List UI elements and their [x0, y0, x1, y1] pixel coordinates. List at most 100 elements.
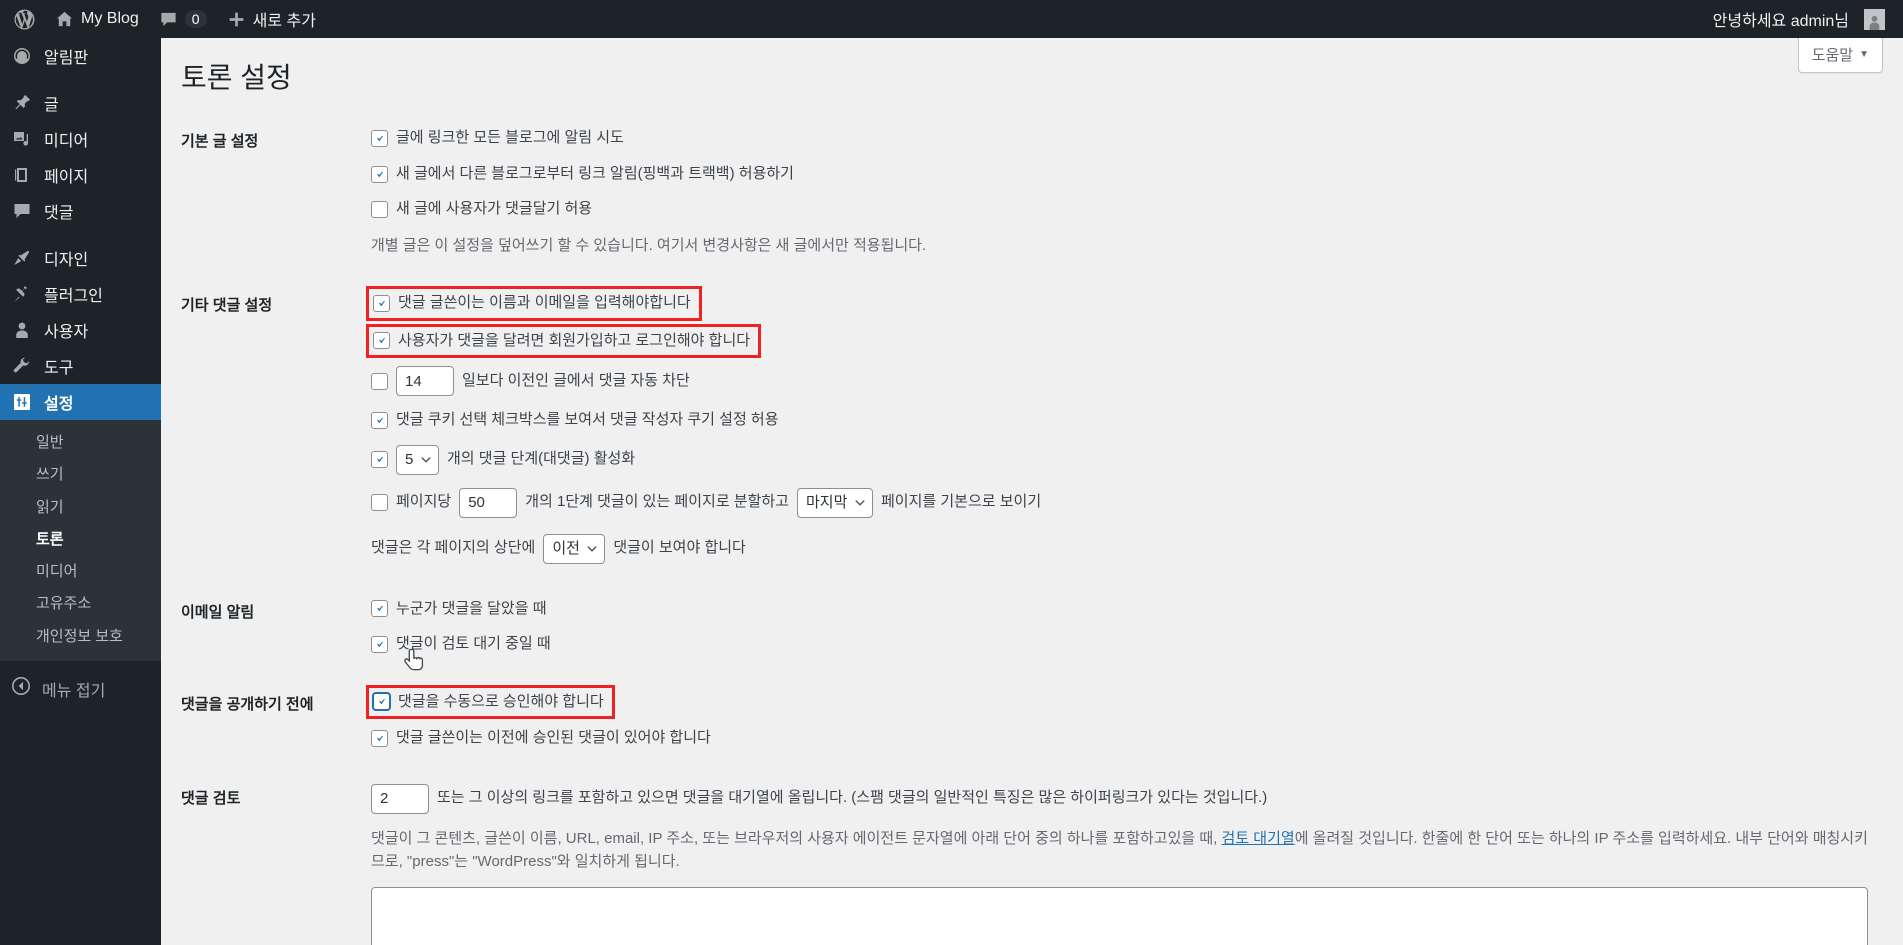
- pin-icon: [11, 92, 33, 114]
- close-comments-days-input[interactable]: [396, 366, 454, 397]
- paging-text-middle[interactable]: 개의 1단계 댓글이 있는 페이지로 분할하고: [525, 491, 789, 514]
- paging-text-after[interactable]: 페이지를 기본으로 보이기: [881, 491, 1041, 514]
- greeting-label: 안녕하세요 admin님: [1712, 13, 1849, 30]
- checkbox-manual-approve[interactable]: [373, 693, 390, 711]
- option-previously-approved[interactable]: 댓글 글쓴이는 이전에 승인된 댓글이 있어야 합니다: [371, 727, 711, 750]
- option-label[interactable]: 댓글을 수동으로 승인해야 합니다: [398, 691, 604, 714]
- moderation-desc-part1: 댓글이 그 콘텐츠, 글쓴이 이름, URL, email, IP 주소, 또는…: [371, 829, 1222, 847]
- sidebar-item-label: 설정: [44, 396, 74, 413]
- media-icon: [11, 128, 33, 150]
- page-title: 토론 설정: [181, 62, 292, 93]
- comments-menu[interactable]: 0: [149, 0, 217, 38]
- my-account-menu[interactable]: 안녕하세요 admin님: [1703, 0, 1895, 38]
- wordpress-logo-icon: [14, 9, 35, 30]
- discussion-settings-form: 기본 글 설정 글에 링크한 모든 블로그에 알림 시도 새 글에서 다른 블로…: [161, 110, 1903, 945]
- option-allow-comments[interactable]: 새 글에 사용자가 댓글달기 허용: [371, 198, 592, 221]
- moderation-keys-textarea[interactable]: [371, 887, 1868, 945]
- sidebar-item-tools[interactable]: 도구: [0, 348, 161, 384]
- settings-submenu: 일반 쓰기 읽기 토론 미디어 고유주소 개인정보 보호: [0, 420, 161, 661]
- option-label[interactable]: 개의 댓글 단계(대댓글) 활성화: [447, 448, 635, 471]
- checkbox-previously-approved[interactable]: [371, 729, 388, 747]
- option-label[interactable]: 댓글이 검토 대기 중일 때: [396, 633, 551, 656]
- submenu-item-discussion[interactable]: 토론: [0, 524, 161, 556]
- settings-sliders-icon: [11, 391, 33, 413]
- wp-logo-menu[interactable]: [4, 0, 45, 38]
- paging-text-before[interactable]: 페이지당: [396, 491, 451, 514]
- sidebar-item-appearance[interactable]: 디자인: [0, 240, 161, 276]
- option-notify-anyone-comments[interactable]: 누군가 댓글을 달았을 때: [371, 598, 547, 621]
- submenu-item-privacy[interactable]: 개인정보 보호: [0, 621, 161, 653]
- comments-per-page-input[interactable]: [459, 487, 518, 518]
- checkbox-require-registration[interactable]: [373, 332, 390, 350]
- option-label[interactable]: 댓글 글쓴이는 이전에 승인된 댓글이 있어야 합니다: [396, 727, 711, 750]
- checkbox-close-comments[interactable]: [371, 372, 388, 390]
- help-tab-label: 도움말: [1811, 47, 1854, 64]
- thread-depth-select[interactable]: 5: [396, 444, 439, 475]
- site-name-menu[interactable]: My Blog: [45, 0, 149, 38]
- section-heading: 기타 댓글 설정: [181, 297, 273, 315]
- section-heading: 이메일 알림: [181, 603, 255, 621]
- option-label[interactable]: 글에 링크한 모든 블로그에 알림 시도: [396, 127, 624, 150]
- tools-wrench-icon: [11, 355, 33, 377]
- sidebar-item-media[interactable]: 미디어: [0, 121, 161, 157]
- section-heading: 댓글을 공개하기 전에: [181, 695, 314, 713]
- comment-order-select[interactable]: 이전: [543, 533, 606, 564]
- submenu-item-permalinks[interactable]: 고유주소: [0, 588, 161, 620]
- comment-bubble-icon: [159, 10, 178, 29]
- checkbox-comment-paging[interactable]: [371, 494, 388, 512]
- option-manual-approve[interactable]: 댓글을 수동으로 승인해야 합니다: [366, 684, 615, 720]
- option-label[interactable]: 댓글 글쓴이는 이름과 이메일을 입력해야합니다: [398, 292, 691, 315]
- moderation-links-row[interactable]: 또는 그 이상의 링크를 포함하고 있으면 댓글을 대기열에 올립니다. (스팸…: [371, 783, 1268, 814]
- option-allow-pingbacks[interactable]: 새 글에서 다른 블로그로부터 링크 알림(핑백과 트랙백) 허용하기: [371, 163, 794, 186]
- moderation-links-label: 또는 그 이상의 링크를 포함하고 있으면 댓글을 대기열에 올립니다. (스팸…: [437, 789, 1268, 807]
- option-require-name-email[interactable]: 댓글 글쓴이는 이름과 이메일을 입력해야합니다: [366, 286, 702, 321]
- sidebar-item-dashboard[interactable]: 알림판: [0, 38, 161, 74]
- sidebar-item-label: 글: [44, 97, 59, 114]
- option-label[interactable]: 새 글에 사용자가 댓글달기 허용: [396, 198, 592, 221]
- default-comments-page-select[interactable]: 마지막: [797, 487, 873, 518]
- moderation-queue-link[interactable]: 검토 대기열: [1222, 830, 1295, 847]
- option-comment-order[interactable]: 댓글은 각 페이지의 상단에 이전 댓글이 보여야 합니다: [371, 533, 746, 564]
- option-comment-cookies-opt-in[interactable]: 댓글 쿠키 선택 체크박스를 보여서 댓글 작성자 쿠기 설정 허용: [371, 409, 779, 432]
- submenu-item-media[interactable]: 미디어: [0, 556, 161, 588]
- checkbox-notify-anyone-comments[interactable]: [371, 600, 388, 618]
- sidebar-item-pages[interactable]: 페이지: [0, 157, 161, 193]
- option-close-comments[interactable]: 일보다 이전인 글에서 댓글 자동 차단: [371, 366, 690, 397]
- moderation-links-input[interactable]: [371, 783, 429, 814]
- option-label[interactable]: 누군가 댓글을 달았을 때: [396, 598, 547, 621]
- collapse-menu-label: 메뉴 접기: [42, 682, 106, 700]
- option-label[interactable]: 댓글 쿠키 선택 체크박스를 보여서 댓글 작성자 쿠기 설정 허용: [396, 409, 779, 432]
- option-label[interactable]: 새 글에서 다른 블로그로부터 링크 알림(핑백과 트랙백) 허용하기: [396, 163, 794, 186]
- submenu-item-writing[interactable]: 쓰기: [0, 459, 161, 491]
- checkbox-allow-pingbacks[interactable]: [371, 165, 388, 183]
- section-other-comment-settings: 기타 댓글 설정 댓글 글쓴이는 이름과 이메일을 입력해야합니다 사용자가 댓…: [161, 274, 1903, 581]
- option-label[interactable]: 일보다 이전인 글에서 댓글 자동 차단: [462, 370, 690, 393]
- sidebar-item-posts[interactable]: 글: [0, 85, 161, 121]
- plus-icon: [227, 10, 246, 29]
- checkbox-notify-moderation[interactable]: [371, 635, 388, 653]
- sidebar-item-settings[interactable]: 설정: [0, 384, 161, 420]
- option-notify-moderation[interactable]: 댓글이 검토 대기 중일 때: [371, 633, 551, 656]
- checkbox-threaded-comments[interactable]: [371, 451, 388, 469]
- sidebar-item-users[interactable]: 사용자: [0, 312, 161, 348]
- checkbox-ping-linked-blogs[interactable]: [371, 130, 388, 148]
- submenu-item-reading[interactable]: 읽기: [0, 492, 161, 524]
- collapse-arrow-icon: [11, 676, 31, 701]
- submenu-item-general[interactable]: 일반: [0, 427, 161, 459]
- checkbox-require-name-email[interactable]: [373, 294, 390, 312]
- new-content-label: 새로 추가: [252, 13, 316, 30]
- option-threaded-comments[interactable]: 5 개의 댓글 단계(대댓글) 활성화: [371, 444, 635, 475]
- checkbox-allow-comments[interactable]: [371, 201, 388, 219]
- option-label[interactable]: 사용자가 댓글을 달려면 회원가입하고 로그인해야 합니다: [398, 330, 750, 353]
- new-content-menu[interactable]: 새로 추가: [217, 0, 326, 38]
- collapse-menu-button[interactable]: 메뉴 접기: [0, 670, 161, 708]
- sidebar-item-comments[interactable]: 댓글: [0, 193, 161, 229]
- option-comment-paging[interactable]: 페이지당 개의 1단계 댓글이 있는 페이지로 분할하고 마지막 페이지를 기본…: [371, 487, 1041, 518]
- option-ping-linked-blogs[interactable]: 글에 링크한 모든 블로그에 알림 시도: [371, 127, 624, 150]
- option-require-registration[interactable]: 사용자가 댓글을 달려면 회원가입하고 로그인해야 합니다: [365, 323, 762, 359]
- checkbox-comment-cookies-opt-in[interactable]: [371, 411, 388, 429]
- help-tab-button[interactable]: 도움말 ▼: [1797, 38, 1883, 73]
- sidebar-item-plugins[interactable]: 플러그인: [0, 276, 161, 312]
- site-name-label: My Blog: [81, 10, 139, 27]
- section-comment-moderation: 댓글 검토 또는 그 이상의 링크를 포함하고 있으면 댓글을 대기열에 올립니…: [161, 767, 1903, 945]
